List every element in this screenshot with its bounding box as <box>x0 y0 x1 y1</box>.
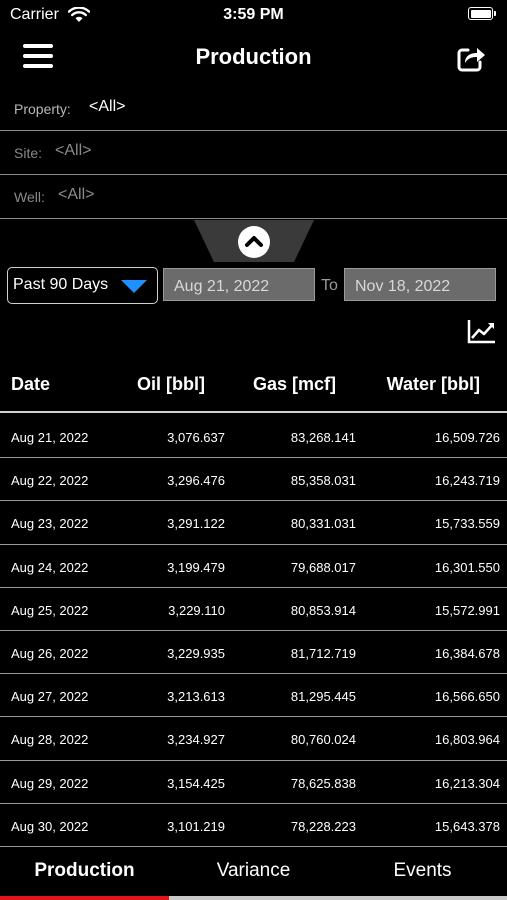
start-date-field[interactable]: Aug 21, 2022 <box>163 268 315 301</box>
cell-water: 16,301.550 <box>434 559 500 575</box>
tab-events[interactable]: Events <box>338 860 507 882</box>
column-header-gas[interactable]: Gas [mcf] <box>253 374 336 395</box>
to-label: To <box>321 277 338 294</box>
cell-water: 15,572.991 <box>434 602 500 618</box>
table-header: Date Oil [bbl] Gas [mcf] Water [bbl] <box>0 360 507 413</box>
cell-oil: 3,234.927 <box>167 732 225 748</box>
tab-indicator-track <box>169 896 507 900</box>
column-header-date[interactable]: Date <box>11 374 50 395</box>
cell-date: Aug 28, 2022 <box>11 732 89 748</box>
table-row[interactable]: Aug 24, 2022 3,199.479 79,688.017 16,301.55… <box>0 545 507 588</box>
status-bar: Carrier 3:59 PM <box>0 0 507 32</box>
cell-oil: 3,296.476 <box>167 473 225 489</box>
cell-date: Aug 30, 2022 <box>11 818 89 834</box>
column-header-water[interactable]: Water [bbl] <box>387 374 480 395</box>
cell-date: Aug 21, 2022 <box>11 430 89 445</box>
site-label: Site: <box>14 145 43 161</box>
battery-icon <box>468 7 496 20</box>
cell-oil: 3,199.479 <box>167 559 225 575</box>
cell-gas: 80,760.024 <box>290 732 356 748</box>
cell-gas: 81,295.445 <box>290 689 356 705</box>
cell-date: Aug 29, 2022 <box>11 775 89 791</box>
cell-oil: 3,229.110 <box>168 602 225 618</box>
bottom-tab-bar: Production Variance Events <box>0 848 507 900</box>
cell-gas: 78,625.838 <box>290 775 356 791</box>
column-header-oil[interactable]: Oil [bbl] <box>137 374 205 395</box>
active-tab-indicator <box>0 896 169 900</box>
chevron-up-icon[interactable] <box>238 226 270 258</box>
cell-water: 16,566.650 <box>434 689 500 705</box>
collapse-filters-tab <box>194 220 314 262</box>
cell-oil: 3,291.122 <box>167 516 225 532</box>
clock: 3:59 PM <box>223 6 284 23</box>
cell-water: 16,803.964 <box>434 732 500 748</box>
cell-gas: 80,853.914 <box>290 602 356 618</box>
property-filter[interactable]: Property: <All> <box>0 87 507 131</box>
cell-water: 16,384.678 <box>434 645 500 661</box>
table-row[interactable]: Aug 23, 2022 3,291.122 80,331.031 15,733.55… <box>0 501 507 545</box>
table-row[interactable]: Aug 27, 2022 3,213.613 81,295.445 16,566.65… <box>0 674 507 718</box>
cell-oil: 3,213.613 <box>167 689 225 705</box>
cell-date: Aug 24, 2022 <box>11 559 89 575</box>
cell-date: Aug 26, 2022 <box>11 645 89 661</box>
cell-gas: 83,268.141 <box>290 430 356 445</box>
table-row[interactable]: Aug 30, 2022 3,101.219 78,228.223 15,643.37… <box>0 804 507 847</box>
date-range-dropdown[interactable]: Past 90 Days <box>7 267 158 304</box>
cell-gas: 79,688.017 <box>290 559 356 575</box>
table-row[interactable]: Aug 26, 2022 3,229.935 81,712.719 16,384.67… <box>0 631 507 675</box>
property-value[interactable]: <All> <box>89 98 125 116</box>
table-row[interactable]: Aug 29, 2022 3,154.425 78,625.838 16,213.30… <box>0 761 507 804</box>
cell-water: 15,733.559 <box>434 516 500 532</box>
table-row[interactable]: Aug 28, 2022 3,234.927 80,760.024 16,803.96… <box>0 717 507 761</box>
share-icon[interactable] <box>455 42 487 74</box>
cell-date: Aug 27, 2022 <box>11 689 89 705</box>
cell-oil: 3,101.219 <box>167 818 225 834</box>
triangle-down-icon <box>121 280 147 293</box>
site-filter[interactable]: Site: <All> <box>0 131 507 175</box>
site-value[interactable]: <All> <box>55 142 91 160</box>
cell-date: Aug 23, 2022 <box>11 516 89 532</box>
well-label: Well: <box>14 189 45 205</box>
cell-gas: 85,358.031 <box>290 473 356 489</box>
table-row[interactable]: Aug 22, 2022 3,296.476 85,358.031 16,243.71… <box>0 458 507 502</box>
production-table: Aug 21, 2022 3,076.637 83,268.141 16,509.72… <box>0 415 507 847</box>
cell-oil: 3,229.935 <box>167 645 225 661</box>
end-date-field[interactable]: Nov 18, 2022 <box>344 268 496 301</box>
tab-variance[interactable]: Variance <box>169 860 338 882</box>
table-row[interactable]: Aug 25, 2022 3,229.110 80,853.914 15,572.99… <box>0 588 507 631</box>
cell-water: 16,213.304 <box>434 775 500 791</box>
well-filter[interactable]: Well: <All> <box>0 175 507 219</box>
property-label: Property: <box>14 101 71 117</box>
page-title: Production <box>195 44 312 69</box>
cell-gas: 78,228.223 <box>290 818 356 834</box>
well-value[interactable]: <All> <box>58 186 94 204</box>
cell-water: 15,643.378 <box>434 818 500 834</box>
tab-production[interactable]: Production <box>0 860 169 882</box>
cell-date: Aug 22, 2022 <box>11 473 89 489</box>
cell-gas: 81,712.719 <box>290 645 356 661</box>
cell-water: 16,243.719 <box>434 473 500 489</box>
line-chart-icon[interactable] <box>467 318 497 344</box>
cell-oil: 3,154.425 <box>167 775 225 791</box>
cell-water: 16,509.726 <box>434 430 500 445</box>
date-range-value: Past 90 Days <box>13 276 109 293</box>
table-row[interactable]: Aug 21, 2022 3,076.637 83,268.141 16,509.72… <box>0 415 507 459</box>
cell-gas: 80,331.031 <box>290 516 356 532</box>
cell-date: Aug 25, 2022 <box>11 602 89 618</box>
nav-bar: Production <box>0 36 507 80</box>
cell-oil: 3,076.637 <box>167 430 225 445</box>
